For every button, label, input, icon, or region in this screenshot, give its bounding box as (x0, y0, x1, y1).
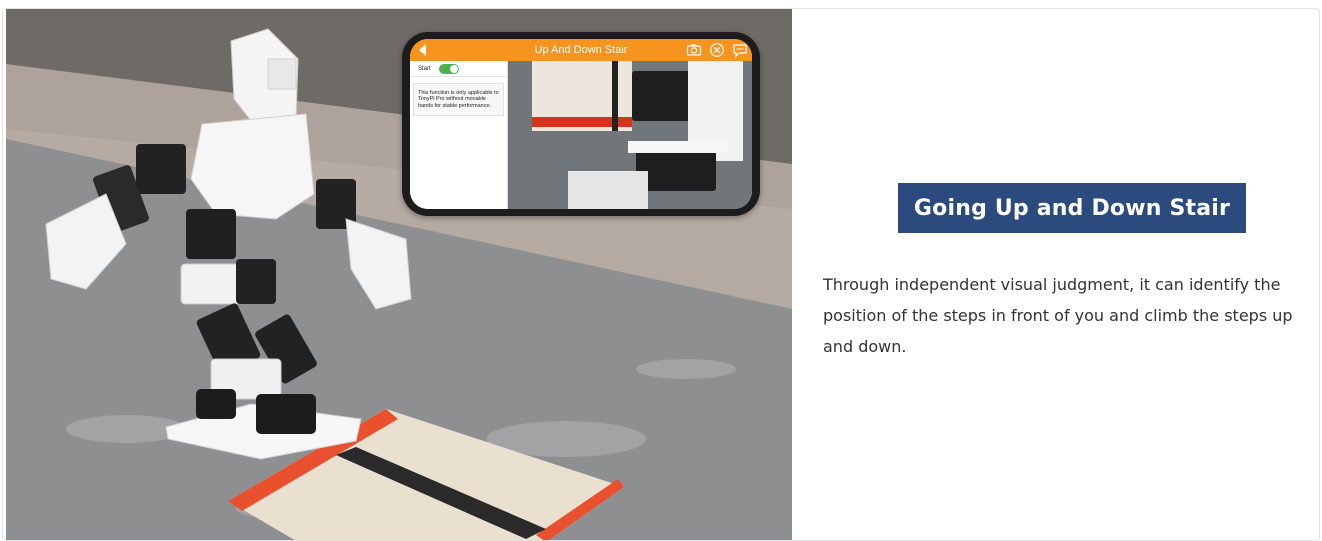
robot-photo: Up And Down Stair Start This function is… (6, 9, 792, 540)
message-icon[interactable] (732, 42, 748, 58)
camera-preview-image (508, 61, 752, 209)
start-toggle[interactable] (438, 63, 459, 74)
start-label: Start (418, 65, 431, 72)
feature-text-panel: Going Up and Down Stair Through independ… (793, 9, 1319, 540)
phone-screen: Up And Down Stair Start This function is… (410, 39, 752, 209)
app-header: Up And Down Stair (410, 39, 752, 61)
close-circle-icon[interactable] (709, 42, 725, 58)
camera-icon[interactable] (686, 42, 702, 58)
feature-description: Through independent visual judgment, it … (823, 275, 1293, 356)
feature-title: Going Up and Down Stair (898, 183, 1246, 233)
phone-mockup: Up And Down Stair Start This function is… (402, 32, 760, 216)
start-row: Start (410, 61, 507, 77)
app-header-actions (686, 42, 748, 58)
camera-preview (508, 61, 752, 209)
compatibility-note: This function is only applicable to Tony… (413, 83, 504, 117)
settings-sidebar: Start This function is only applicable t… (410, 61, 508, 209)
feature-card: Up And Down Stair Start This function is… (2, 8, 1320, 541)
